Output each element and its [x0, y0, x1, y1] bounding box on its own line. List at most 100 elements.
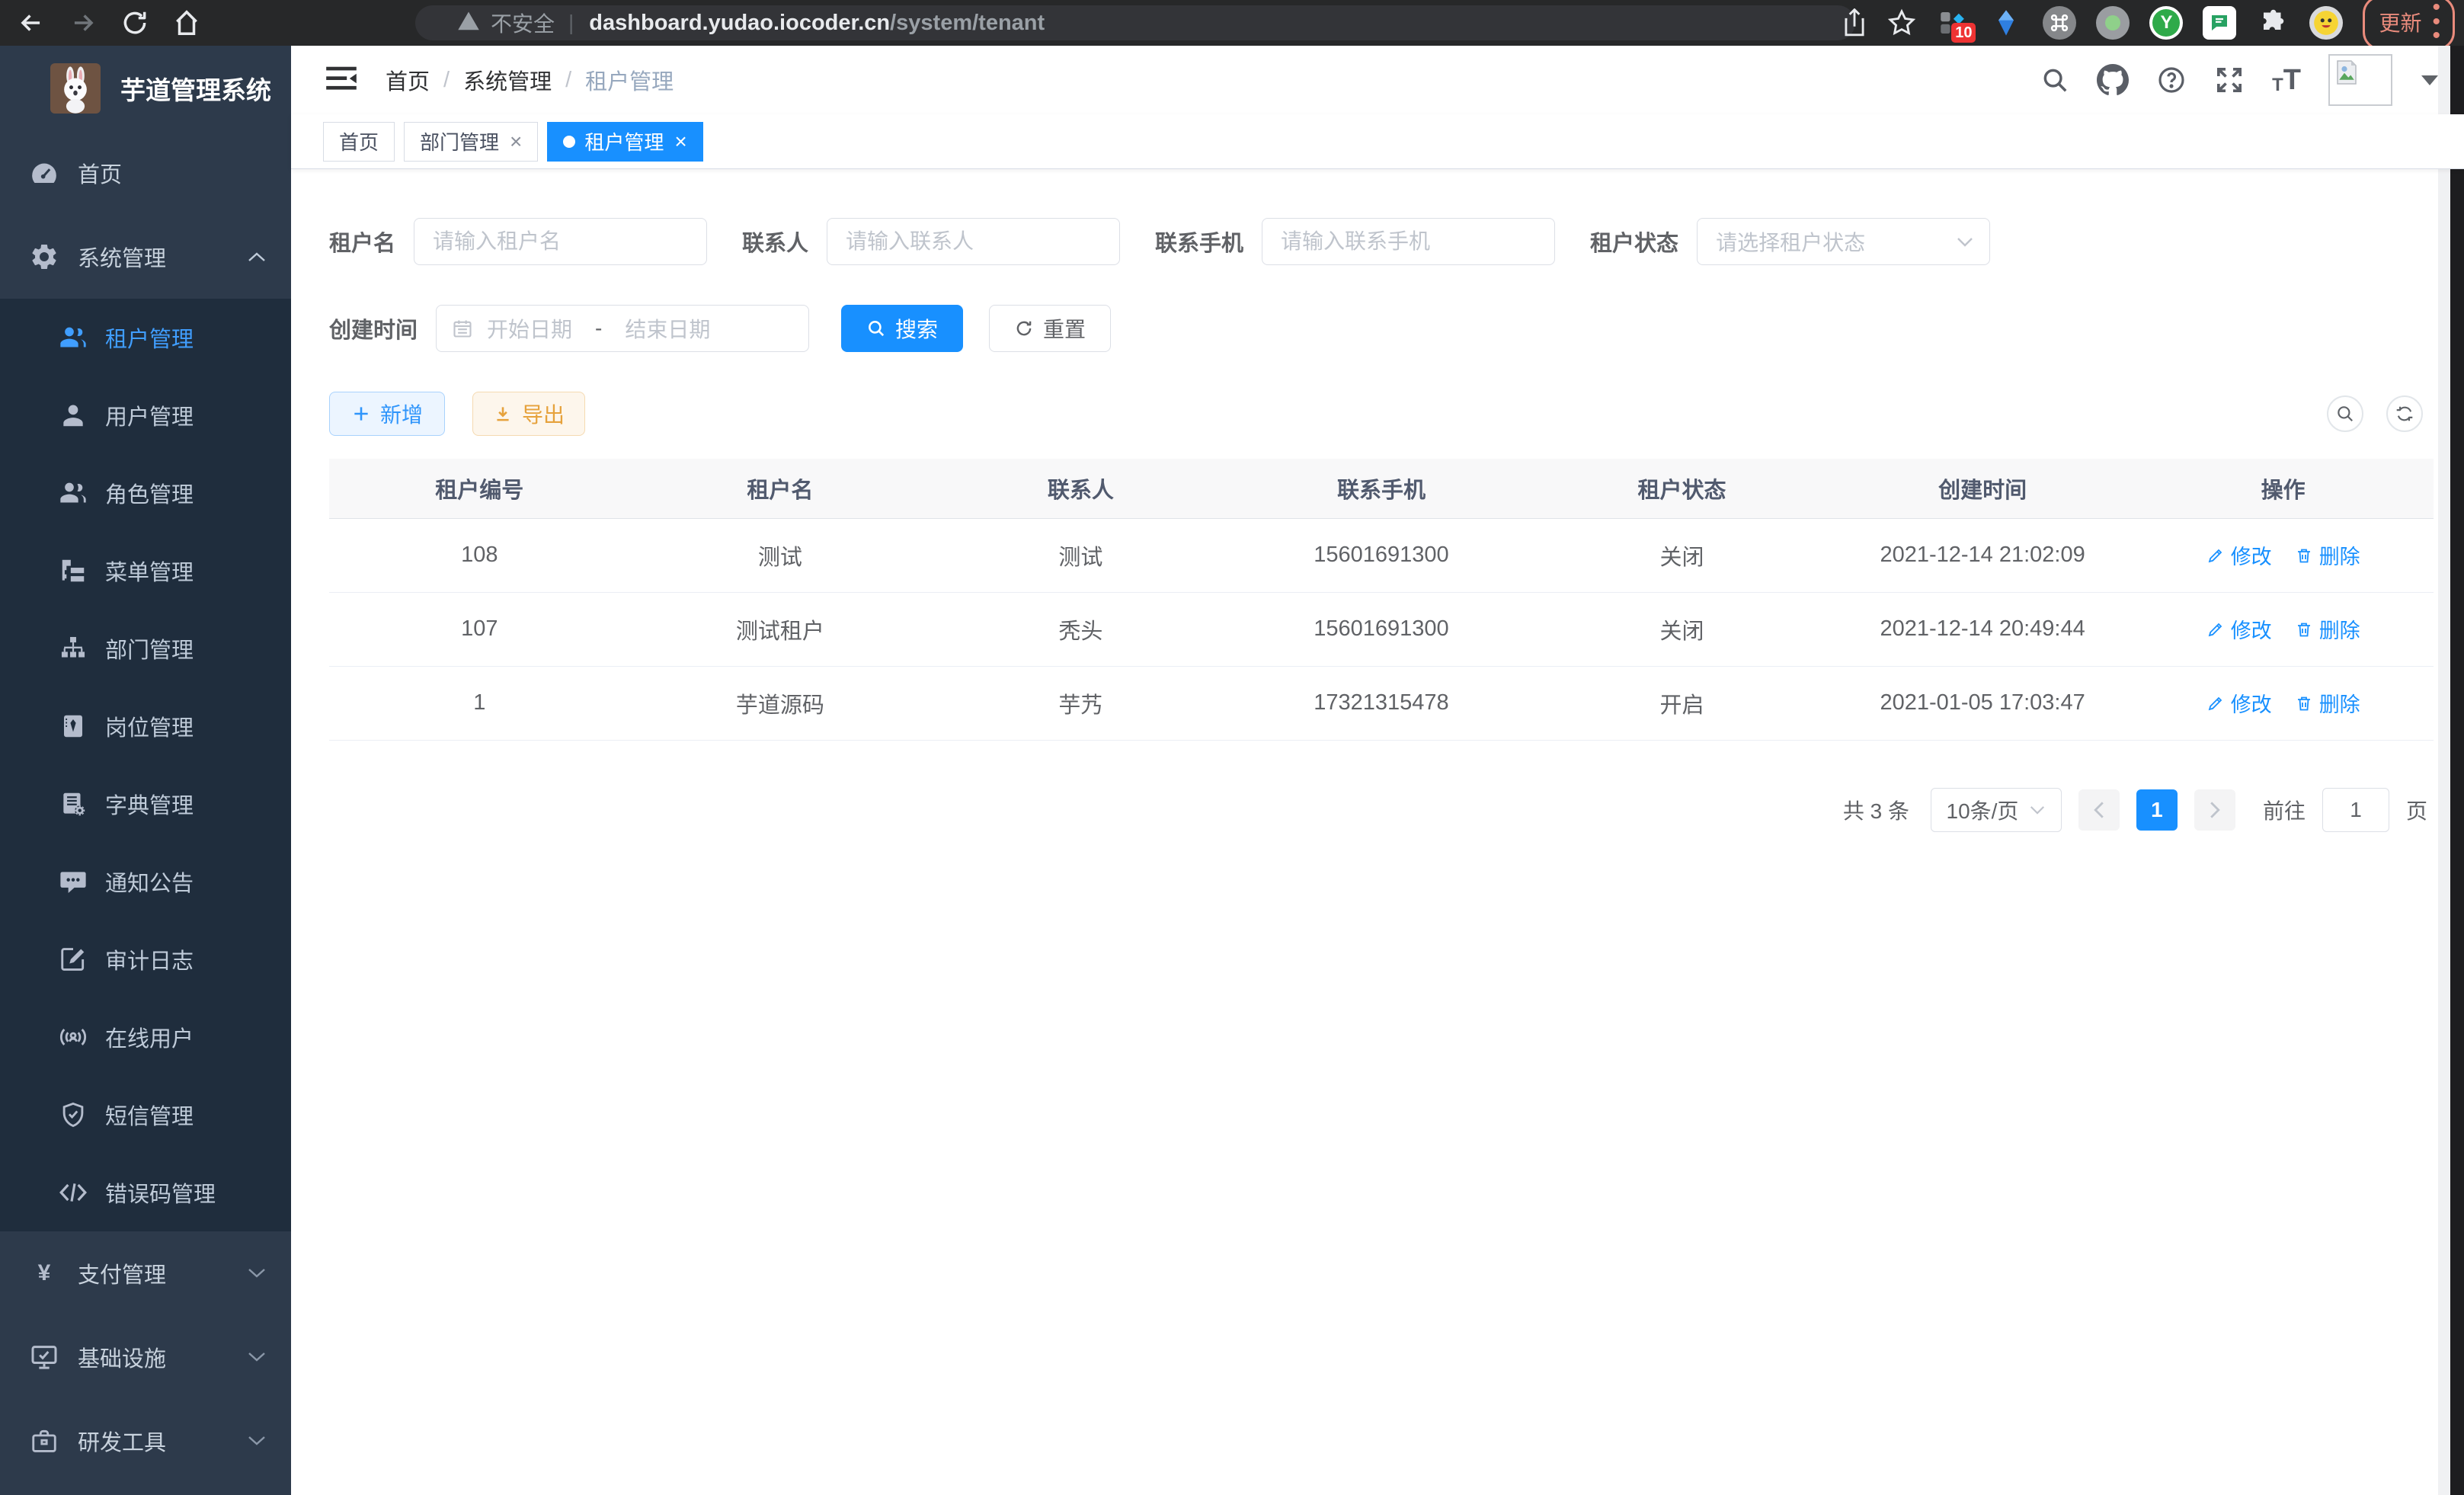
tag-label: 部门管理 — [420, 127, 499, 155]
sidebar-item-label: 在线用户 — [105, 1021, 194, 1053]
sidebar-item-audit-log[interactable]: 审计日志 — [0, 920, 291, 998]
sidebar-item-menu[interactable]: 菜单管理 — [0, 532, 291, 610]
extension-gem-icon[interactable] — [1989, 6, 2023, 40]
export-button[interactable]: 导出 — [472, 392, 585, 436]
sidebar-item-label: 岗位管理 — [105, 710, 194, 742]
cell-created: 2021-01-05 17:03:47 — [1832, 666, 2133, 740]
message-icon — [56, 867, 90, 896]
next-page-button[interactable] — [2194, 789, 2235, 831]
delete-link[interactable]: 删除 — [2295, 540, 2360, 570]
goto-page-input[interactable] — [2322, 788, 2389, 832]
fullscreen-icon[interactable] — [2214, 65, 2245, 95]
status-select[interactable]: 请选择租户状态 — [1697, 218, 1990, 265]
github-icon[interactable] — [2097, 64, 2129, 96]
browser-back-icon[interactable] — [17, 8, 46, 37]
app-logo — [50, 63, 101, 114]
reset-button[interactable]: 重置 — [989, 305, 1111, 352]
extensions-puzzle-icon[interactable] — [2256, 6, 2290, 40]
page-content: 租户名 联系人 联系手机 租户状态 请选择租户状态 — [291, 169, 2464, 832]
font-size-icon[interactable]: TT — [2272, 66, 2301, 94]
sidebar-item-tenant[interactable]: 租户管理 — [0, 299, 291, 376]
topbar: 首页 / 系统管理 / 租户管理 — [291, 46, 2464, 114]
url-path: /system/tenant — [890, 11, 1045, 36]
tag-dept[interactable]: 部门管理 × — [404, 122, 538, 162]
sidebar-item-notice[interactable]: 通知公告 — [0, 843, 291, 920]
org-tree-icon — [56, 634, 90, 663]
browser-update-button[interactable]: 更新 ••• — [2363, 0, 2455, 50]
breadcrumb-home[interactable]: 首页 — [386, 64, 430, 96]
users-icon — [56, 322, 90, 353]
table-row: 107 测试租户 秃头 15601691300 关闭 2021-12-14 20… — [329, 592, 2434, 666]
sidebar-item-label: 短信管理 — [105, 1099, 194, 1131]
edit-link[interactable]: 修改 — [2206, 540, 2272, 570]
extension-tag-manager-icon[interactable]: 10 — [1936, 6, 1970, 40]
breadcrumb-section[interactable]: 系统管理 — [463, 64, 552, 96]
search-button[interactable]: 搜索 — [841, 305, 963, 352]
help-icon[interactable] — [2156, 65, 2187, 95]
delete-link[interactable]: 删除 — [2295, 614, 2360, 644]
browser-menu-icon[interactable]: ••• — [2432, 1, 2440, 43]
sidebar-item-label: 错误码管理 — [105, 1176, 216, 1208]
tree-list-icon — [56, 556, 90, 585]
edit-link[interactable]: 修改 — [2206, 614, 2272, 644]
browser-reload-icon[interactable] — [120, 8, 149, 37]
mobile-input[interactable] — [1262, 218, 1555, 265]
sidebar-item-user[interactable]: 用户管理 — [0, 376, 291, 454]
extension-y-icon[interactable]: Y — [2149, 6, 2183, 40]
avatar-dropdown-caret-icon[interactable] — [2421, 75, 2438, 85]
header-search-icon[interactable] — [2040, 66, 2069, 94]
sidebar-item-payment[interactable]: ¥ 支付管理 — [0, 1231, 291, 1315]
trash-icon — [2295, 620, 2313, 639]
browser-home-icon[interactable] — [172, 8, 201, 37]
add-button[interactable]: 新增 — [329, 392, 445, 436]
prev-page-button[interactable] — [2078, 789, 2120, 831]
table-refresh-button[interactable] — [2386, 395, 2423, 432]
cell-mobile: 15601691300 — [1231, 592, 1532, 666]
page-number-1[interactable]: 1 — [2136, 789, 2178, 831]
edit-icon — [2206, 620, 2225, 639]
extension-dot-icon[interactable] — [2096, 6, 2130, 40]
search-icon — [866, 319, 886, 338]
sidebar-item-dict[interactable]: 字典管理 — [0, 765, 291, 843]
profile-avatar-icon[interactable] — [2309, 6, 2343, 40]
edit-link[interactable]: 修改 — [2206, 688, 2272, 718]
sidebar-item-sms[interactable]: 短信管理 — [0, 1076, 291, 1154]
sidebar-item-role[interactable]: 角色管理 — [0, 454, 291, 532]
toolbar-row: 新增 导出 — [329, 392, 2434, 436]
page-size-select[interactable]: 10条/页 — [1931, 788, 2062, 832]
edit-log-icon — [56, 945, 90, 974]
sidebar-item-devtools[interactable]: 研发工具 — [0, 1399, 291, 1483]
sidebar-item-label: 支付管理 — [78, 1257, 166, 1289]
status-label: 租户状态 — [1590, 226, 1678, 258]
sidebar-collapse-icon[interactable] — [325, 65, 358, 96]
extension-command-icon[interactable] — [2043, 6, 2076, 40]
share-icon[interactable] — [1842, 8, 1867, 37]
sidebar-item-error-code[interactable]: 错误码管理 — [0, 1154, 291, 1231]
browser-forward-icon[interactable] — [69, 8, 98, 37]
sidebar-item-post[interactable]: 岗位管理 — [0, 687, 291, 765]
sidebar-item-dept[interactable]: 部门管理 — [0, 610, 291, 687]
edit-icon — [2206, 694, 2225, 712]
tenant-name-input[interactable] — [414, 218, 707, 265]
page-scrollbar[interactable] — [2438, 46, 2450, 1495]
tag-home[interactable]: 首页 — [323, 122, 395, 162]
tag-tenant[interactable]: 租户管理 × — [547, 122, 702, 162]
sidebar-item-home[interactable]: 首页 — [0, 131, 291, 215]
cell-tenant-name: 测试 — [630, 518, 931, 592]
close-icon[interactable]: × — [674, 131, 686, 152]
app-logo-row[interactable]: 芋道管理系统 — [0, 46, 291, 131]
sidebar-item-label: 审计日志 — [105, 943, 194, 975]
close-icon[interactable]: × — [510, 131, 522, 152]
address-bar[interactable]: 不安全 | dashboard.yudao.iocoder.cn/system/… — [415, 5, 1855, 40]
sidebar-item-online-users[interactable]: 在线用户 — [0, 998, 291, 1076]
extension-chat-icon[interactable] — [2203, 6, 2236, 40]
table-search-toggle-button[interactable] — [2327, 395, 2363, 432]
delete-link[interactable]: 删除 — [2295, 688, 2360, 718]
sidebar-item-system[interactable]: 系统管理 — [0, 215, 291, 299]
sidebar-item-infra[interactable]: 基础设施 — [0, 1315, 291, 1399]
avatar[interactable] — [2328, 54, 2392, 106]
create-time-range-picker[interactable]: 开始日期 - 结束日期 — [436, 305, 809, 352]
contact-input[interactable] — [827, 218, 1120, 265]
tag-label: 租户管理 — [584, 127, 664, 155]
bookmark-star-icon[interactable] — [1887, 8, 1916, 37]
